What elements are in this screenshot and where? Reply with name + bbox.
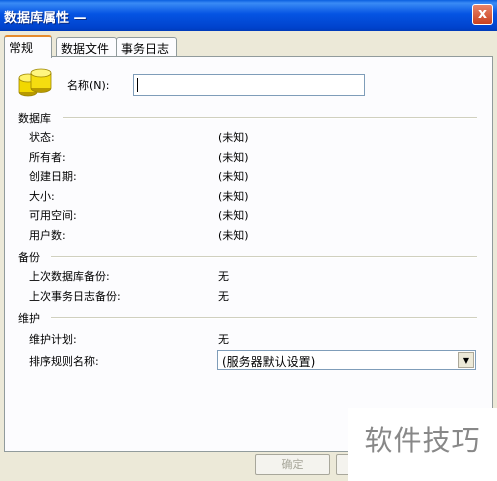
last-db-backup-label: 上次数据库备份: xyxy=(29,270,110,283)
tab-general[interactable]: 常规 xyxy=(4,35,52,58)
owner-label: 所有者: xyxy=(29,151,66,164)
status-value: (未知) xyxy=(218,131,249,144)
collation-select[interactable]: (服务器默认设置) ▼ xyxy=(217,350,476,370)
owner-value: (未知) xyxy=(218,151,249,164)
watermark: 软件技巧 xyxy=(348,408,497,481)
backup-group-title: 备份 xyxy=(18,251,40,264)
collation-label: 排序规则名称: xyxy=(29,355,99,368)
tab-data-files[interactable]: 数据文件 xyxy=(56,37,117,56)
name-input[interactable] xyxy=(133,74,365,96)
chevron-down-icon[interactable]: ▼ xyxy=(458,352,474,368)
free-space-value: (未知) xyxy=(218,209,249,222)
status-label: 状态: xyxy=(29,131,55,144)
free-space-label: 可用空间: xyxy=(29,209,77,222)
database-group-title: 数据库 xyxy=(18,112,51,125)
database-group-divider xyxy=(63,117,477,119)
tab-transaction-log[interactable]: 事务日志 xyxy=(116,37,177,56)
database-icon xyxy=(18,68,52,97)
maintenance-plan-value: 无 xyxy=(218,333,229,346)
last-db-backup-value: 无 xyxy=(218,270,229,283)
title-bar: 数据库属性 — x xyxy=(0,0,497,31)
maintenance-group-title: 维护 xyxy=(18,312,40,325)
text-caret xyxy=(137,78,138,92)
size-label: 大小: xyxy=(29,190,55,203)
close-icon: x xyxy=(477,6,488,22)
created-date-label: 创建日期: xyxy=(29,170,77,183)
maintenance-group-divider xyxy=(51,317,477,319)
ok-button[interactable]: 确定 xyxy=(255,454,330,475)
window-title: 数据库属性 — xyxy=(4,11,87,26)
maintenance-plan-label: 维护计划: xyxy=(29,333,77,346)
created-date-value: (未知) xyxy=(218,170,249,183)
size-value: (未知) xyxy=(218,190,249,203)
user-count-value: (未知) xyxy=(218,229,249,242)
backup-group-divider xyxy=(51,256,477,258)
last-log-backup-value: 无 xyxy=(218,290,229,303)
close-button[interactable]: x xyxy=(472,4,493,25)
collation-selected-value: (服务器默认设置) xyxy=(222,355,316,369)
name-label: 名称(N): xyxy=(67,79,110,92)
tab-panel xyxy=(4,56,493,452)
last-log-backup-label: 上次事务日志备份: xyxy=(29,290,121,303)
user-count-label: 用户数: xyxy=(29,229,66,242)
